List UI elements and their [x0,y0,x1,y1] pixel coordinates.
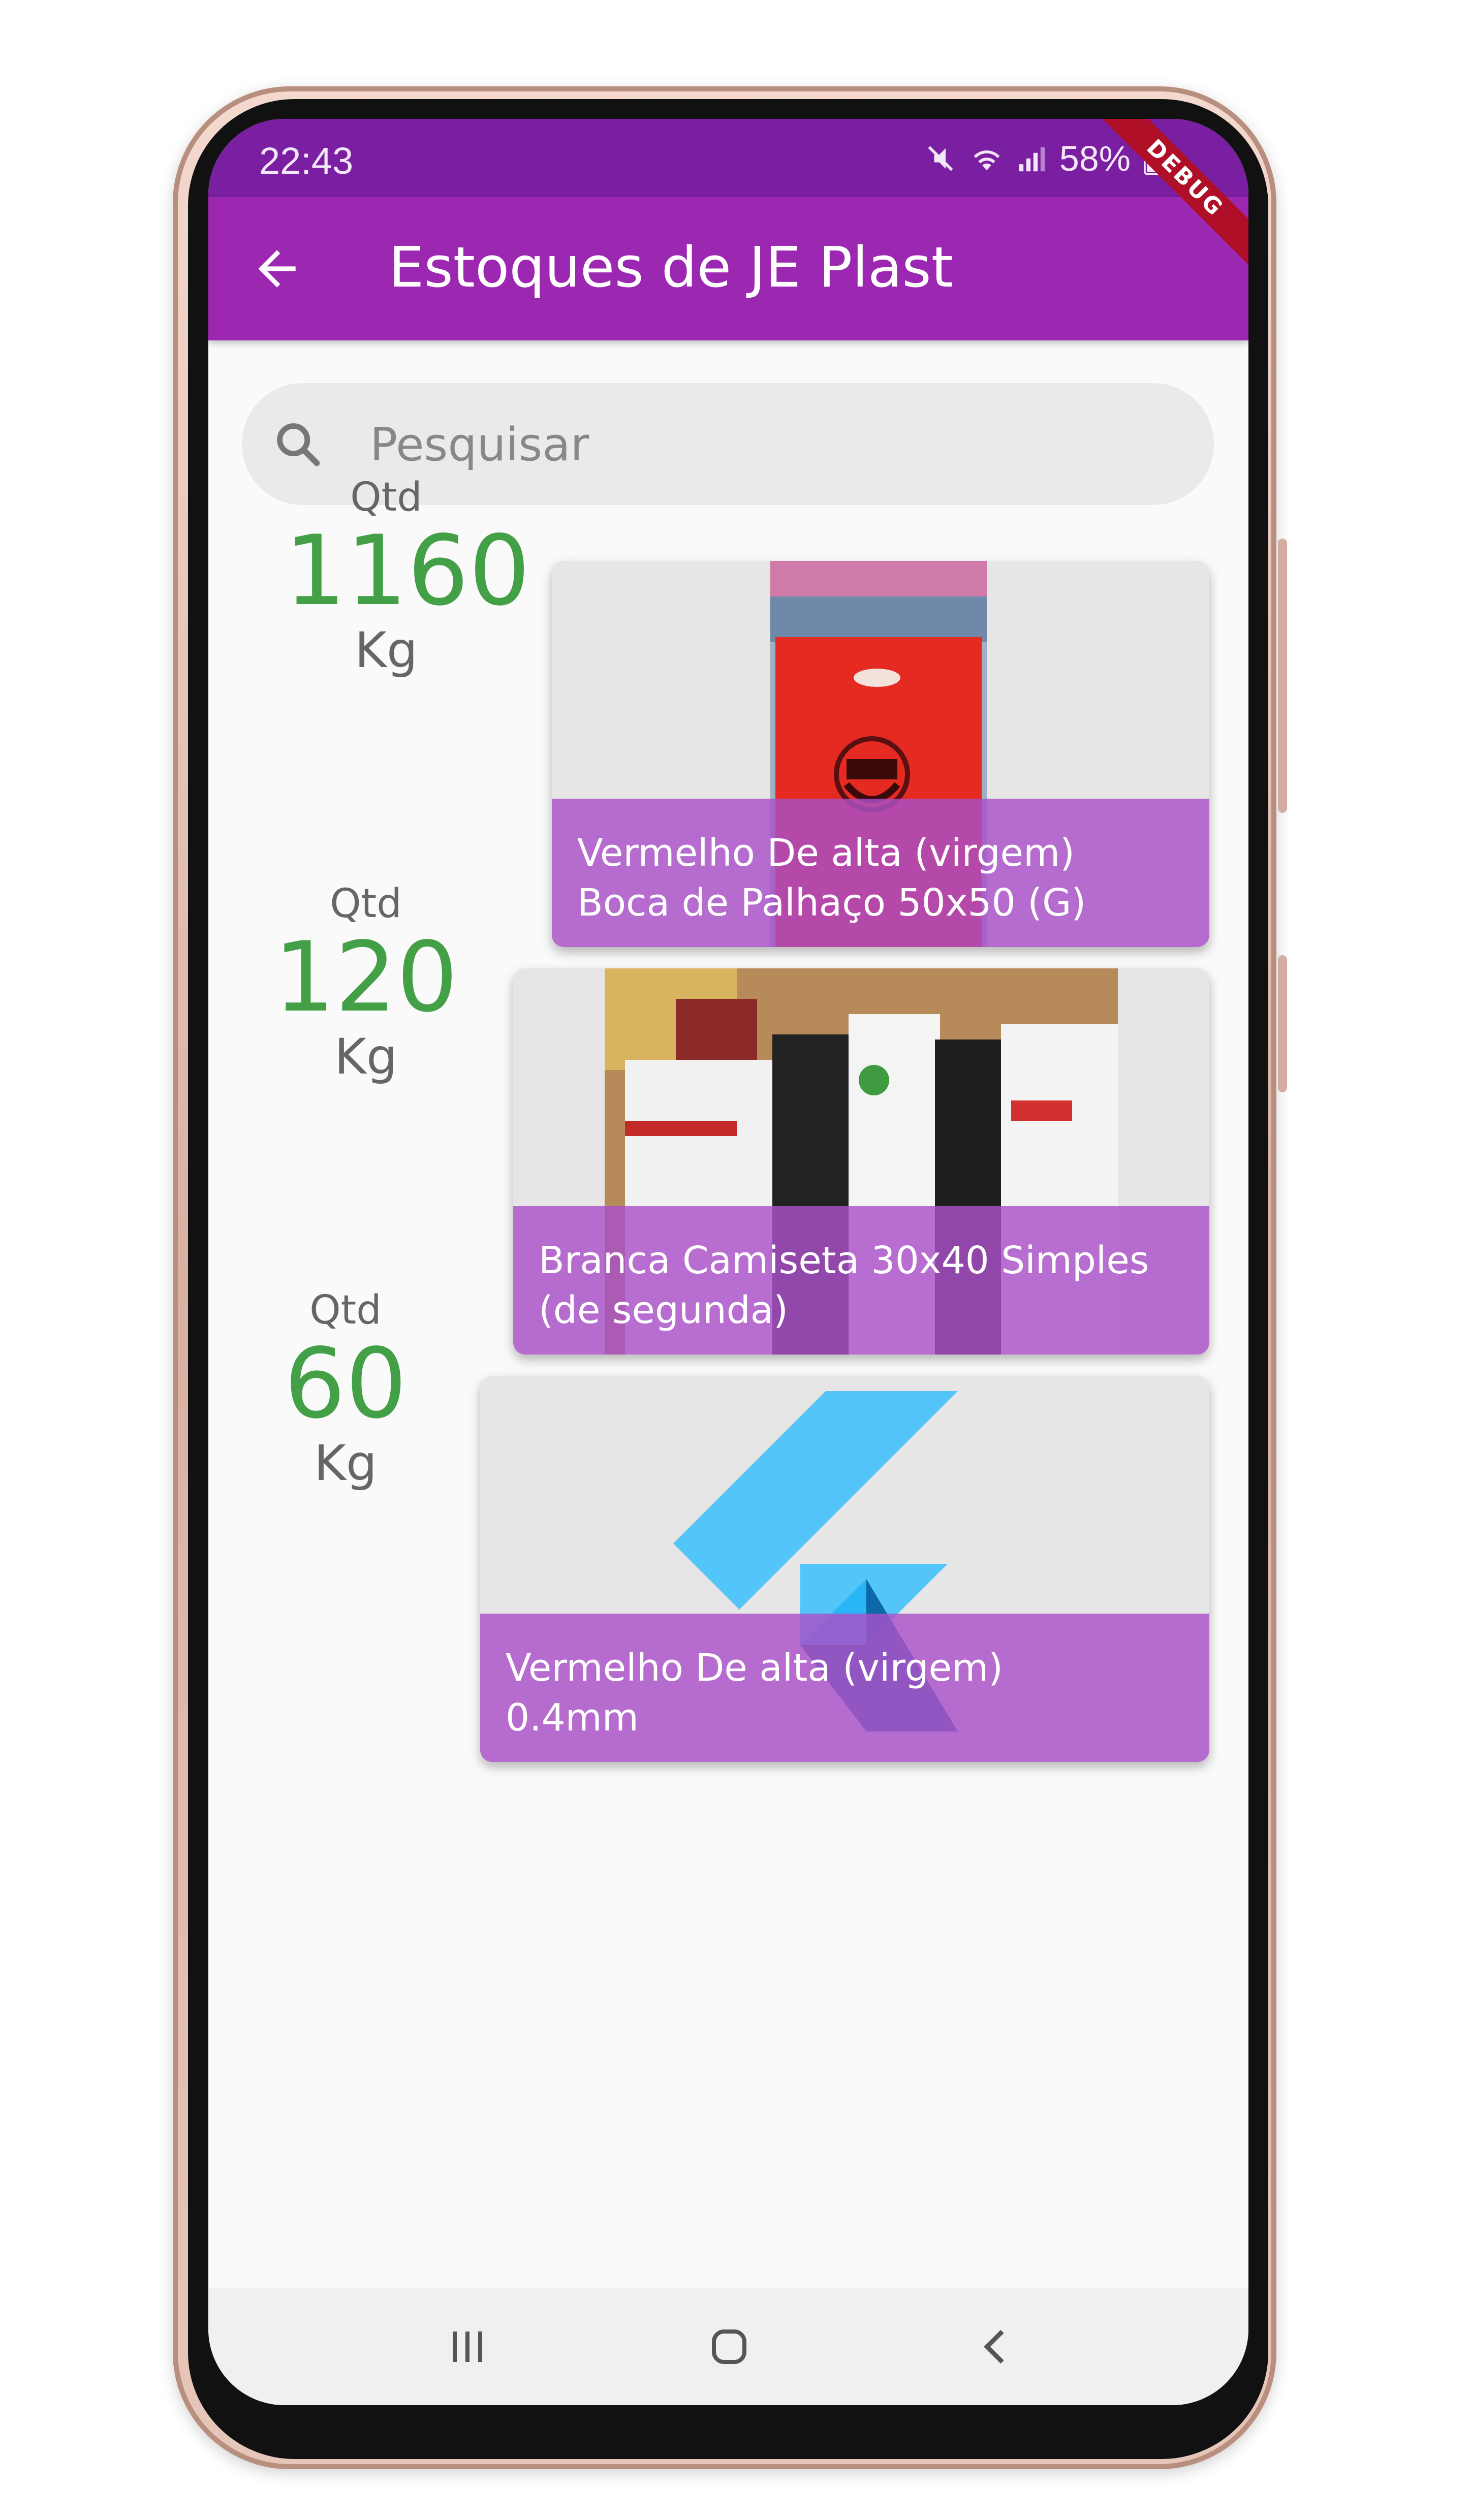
qty-label: Qtd [309,1287,382,1333]
page-title: Estoques de JE Plast [389,235,953,300]
product-name: Vermelho De alta (virgem) 0.4mm [480,1614,1209,1762]
status-bar: 22:43 58% [208,119,1248,197]
battery-percentage: 58% [1059,139,1131,178]
qty-value: 120 [273,921,458,1033]
qty-label: Qtd [350,475,422,520]
qty-label: Qtd [330,881,402,927]
product-name: Vermelho De alta (virgem) Boca de Palhaç… [552,799,1209,947]
recent-apps-button[interactable] [437,2316,498,2377]
product-name-line2: Boca de Palhaço 50x50 (G) [577,881,1086,925]
volume-button [1278,539,1287,813]
home-button[interactable] [699,2316,760,2377]
back-nav-icon [984,2329,1004,2364]
product-name: Branca Camiseta 30x40 Simples (de segund… [513,1206,1209,1354]
quantity-block: Qtd 60 Kg [249,1287,442,1492]
qty-unit: Kg [314,1434,377,1492]
product-name-line2: 0.4mm [506,1696,639,1740]
product-name-line2: (de segunda) [539,1288,788,1332]
product-name-line1: Branca Camiseta 30x40 Simples [539,1239,1149,1282]
qty-unit: Kg [355,621,418,679]
system-nav-bar [208,2288,1248,2405]
signal-icon [1019,147,1045,172]
app-bar: Estoques de JE Plast [208,197,1248,340]
stock-item-card[interactable]: Branca Camiseta 30x40 Simples (de segund… [513,968,1209,1354]
search-icon [277,423,320,466]
qty-value: 1160 [285,515,530,627]
qty-unit: Kg [334,1028,397,1085]
recent-apps-icon [453,2332,482,2362]
wifi-icon [974,150,1000,171]
search-input[interactable] [369,414,1159,476]
status-time: 22:43 [259,140,354,182]
app-screen: 22:43 58% DEBUG Estoques de JE Plast Pes… [208,119,1248,2405]
qty-value: 60 [284,1328,407,1440]
product-name-line1: Vermelho De alta (virgem) [577,831,1075,875]
status-icons: 58% [925,138,1162,179]
quantity-block: Qtd 120 Kg [264,881,467,1085]
product-name-line1: Vermelho De alta (virgem) [506,1646,1004,1690]
arrow-back-icon [258,250,296,288]
quantity-block: Qtd 1160 Kg [285,475,530,679]
back-button[interactable] [249,241,305,297]
home-icon [712,2329,746,2364]
back-nav-button[interactable] [965,2316,1026,2377]
stock-item-card[interactable]: Vermelho De alta (virgem) Boca de Palhaç… [552,561,1209,947]
mute-icon [928,146,953,171]
stock-item-card[interactable]: Vermelho De alta (virgem) 0.4mm [480,1376,1209,1762]
power-button [1278,955,1287,1092]
